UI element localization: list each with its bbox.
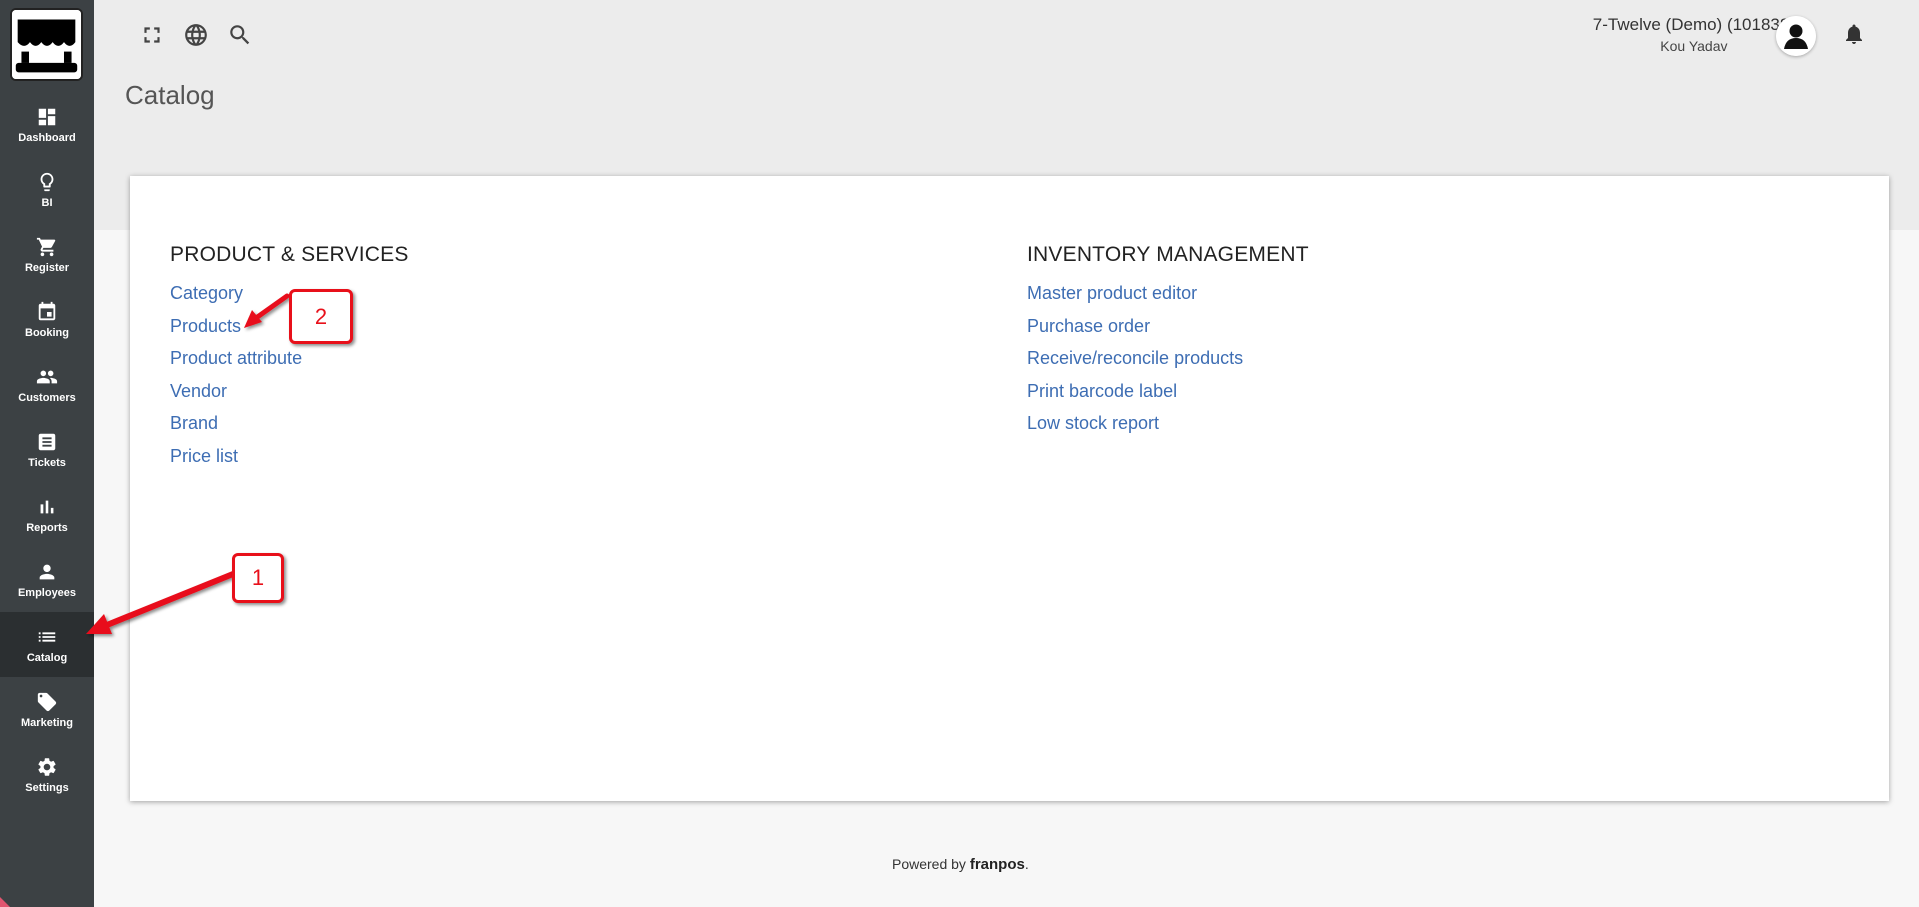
corner-accent: [0, 897, 10, 907]
link-price-list[interactable]: Price list: [170, 444, 409, 477]
sidebar-item-label: Reports: [26, 521, 68, 534]
sidebar-item-booking[interactable]: Booking: [0, 287, 94, 352]
user-avatar-icon: [1776, 16, 1816, 56]
link-receive-reconcile-products[interactable]: Receive/reconcile products: [1027, 346, 1309, 379]
user-name: Kou Yadav: [1660, 38, 1728, 54]
sidebar: Dashboard BI Register Booking Customers …: [0, 0, 94, 907]
sidebar-item-tickets[interactable]: Tickets: [0, 417, 94, 482]
footer-period: .: [1024, 856, 1029, 872]
page-title: Catalog: [125, 80, 215, 110]
receipt-icon: [38, 433, 56, 450]
sidebar-item-label: Booking: [25, 326, 69, 339]
section-title: INVENTORY MANAGEMENT: [1027, 243, 1309, 266]
link-purchase-order[interactable]: Purchase order: [1027, 314, 1309, 347]
sidebar-item-label: Employees: [17, 586, 77, 599]
inventory-management-section: INVENTORY MANAGEMENT Master product edit…: [1027, 243, 1309, 444]
sidebar-item-label: BI: [41, 196, 53, 209]
catalog-card: PRODUCT & SERVICES Category Products Pro…: [130, 176, 1889, 801]
app-logo[interactable]: [10, 8, 83, 81]
org-name: 7-Twelve (Demo) (101838): [1592, 15, 1795, 34]
globe-icon[interactable]: [183, 22, 209, 48]
powered-by-text: Powered by: [892, 856, 966, 872]
sidebar-item-label: Settings: [25, 781, 69, 794]
dashboard-icon: [38, 108, 56, 125]
person-icon: [39, 564, 55, 579]
fullscreen-icon[interactable]: [139, 22, 165, 48]
tag-icon: [37, 692, 57, 711]
product-services-section: PRODUCT & SERVICES Category Products Pro…: [170, 243, 409, 476]
sidebar-item-employees[interactable]: Employees: [0, 547, 94, 612]
link-print-barcode-label[interactable]: Print barcode label: [1027, 379, 1309, 412]
sidebar-item-settings[interactable]: Settings: [0, 742, 94, 807]
search-icon[interactable]: [227, 22, 253, 48]
lightbulb-icon: [40, 172, 54, 191]
link-brand[interactable]: Brand: [170, 411, 409, 444]
gear-icon: [38, 757, 56, 776]
sidebar-item-label: Tickets: [28, 456, 66, 469]
org-info: 7-Twelve (Demo) (101838) Kou Yadav: [1593, 15, 1795, 54]
sidebar-item-reports[interactable]: Reports: [0, 482, 94, 547]
sidebar-item-label: Register: [24, 261, 70, 274]
brand-name[interactable]: franpos: [970, 856, 1025, 873]
annotation-step-2: 2: [289, 289, 353, 344]
sidebar-item-customers[interactable]: Customers: [0, 352, 94, 417]
sidebar-item-bi[interactable]: BI: [0, 157, 94, 222]
notification-bell-icon[interactable]: [1842, 21, 1866, 47]
sidebar-item-label: Marketing: [21, 716, 73, 729]
sidebar-item-marketing[interactable]: Marketing: [0, 677, 94, 742]
avatar[interactable]: [1776, 16, 1816, 56]
people-icon: [36, 370, 58, 383]
annotation-step-1: 1: [232, 553, 284, 603]
sidebar-item-label: Catalog: [26, 651, 68, 664]
footer: Powered by franpos.: [892, 856, 1029, 873]
list-icon: [38, 631, 56, 642]
sidebar-item-register[interactable]: Register: [0, 222, 94, 287]
link-master-product-editor[interactable]: Master product editor: [1027, 281, 1309, 314]
section-title: PRODUCT & SERVICES: [170, 243, 409, 266]
cart-icon: [36, 237, 56, 256]
link-low-stock-report[interactable]: Low stock report: [1027, 411, 1309, 444]
sidebar-item-label: Dashboard: [18, 131, 76, 144]
link-vendor[interactable]: Vendor: [170, 379, 409, 412]
store-logo-icon: [12, 10, 81, 79]
bar-chart-icon: [40, 500, 54, 513]
calendar-icon: [38, 301, 56, 320]
link-product-attribute[interactable]: Product attribute: [170, 346, 409, 379]
sidebar-item-catalog[interactable]: Catalog: [0, 612, 94, 677]
sidebar-item-dashboard[interactable]: Dashboard: [0, 92, 94, 157]
sidebar-item-label: Customers: [18, 391, 76, 404]
